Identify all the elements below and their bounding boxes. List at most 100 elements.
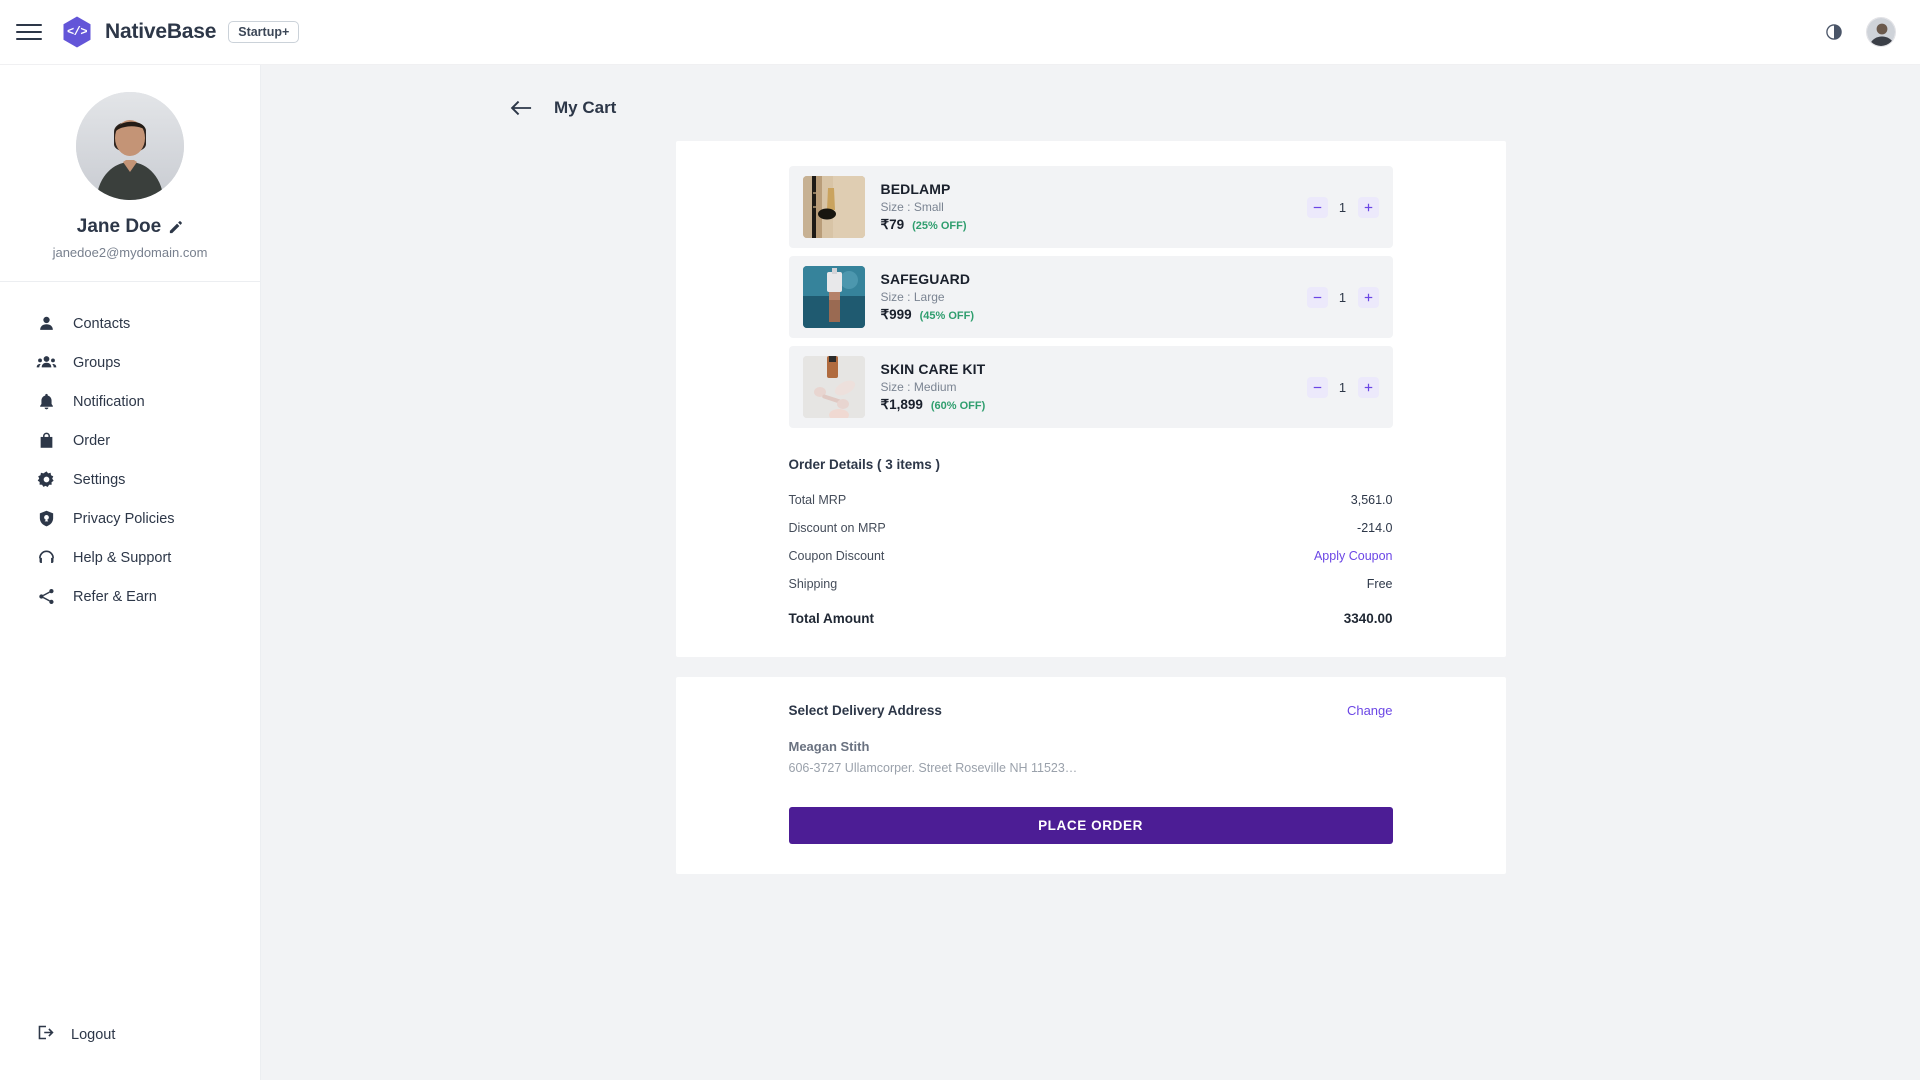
cart-item-info: SKIN CARE KIT Size : Medium ₹1,899 (60% … bbox=[881, 361, 986, 413]
sidebar-item-contacts[interactable]: Contacts bbox=[36, 304, 260, 343]
apply-coupon-link[interactable]: Apply Coupon bbox=[1314, 549, 1393, 563]
share-icon bbox=[36, 586, 57, 607]
sidebar-item-label: Help & Support bbox=[73, 549, 172, 566]
cart-item-price-row: ₹999 (45% OFF) bbox=[881, 307, 975, 323]
cart-item-price-row: ₹1,899 (60% OFF) bbox=[881, 397, 986, 413]
brand-name: NativeBase bbox=[105, 20, 217, 43]
topbar-right-group bbox=[1822, 17, 1896, 47]
pencil-edit-icon[interactable] bbox=[168, 220, 183, 235]
cart-item-name: BEDLAMP bbox=[880, 181, 951, 197]
delivery-address-card: Select Delivery Address Change Meagan St… bbox=[675, 677, 1506, 874]
top-bar: </> NativeBase Startup+ bbox=[0, 0, 1920, 65]
quantity-increment-button[interactable] bbox=[1357, 286, 1379, 308]
cart-item-size: Size : Large bbox=[880, 290, 945, 304]
delivery-address-title: Select Delivery Address bbox=[788, 703, 942, 718]
bell-icon bbox=[36, 391, 57, 412]
body-row: Jane Doe janedoe2@mydomain.com Contacts … bbox=[0, 65, 1920, 1080]
order-detail-value: Free bbox=[1366, 577, 1393, 591]
sidebar-item-label: Settings bbox=[73, 471, 126, 488]
quantity-decrement-button[interactable] bbox=[1306, 196, 1328, 218]
quantity-decrement-button[interactable] bbox=[1306, 286, 1328, 308]
delivery-address-inner: Select Delivery Address Change Meagan St… bbox=[676, 703, 1506, 844]
sidebar-item-groups[interactable]: Groups bbox=[36, 343, 260, 382]
cart-item-info: BEDLAMP Size : Small ₹79 (25% OFF) bbox=[881, 181, 967, 233]
quantity-value: 1 bbox=[1338, 199, 1347, 215]
quantity-value: 1 bbox=[1338, 379, 1347, 395]
sidebar-item-logout[interactable]: Logout bbox=[36, 1018, 260, 1052]
logout-label: Logout bbox=[71, 1027, 116, 1043]
sidebar-item-notification[interactable]: Notification bbox=[36, 382, 260, 421]
sidebar-footer: Logout bbox=[0, 1018, 260, 1080]
change-address-link[interactable]: Change bbox=[1347, 703, 1393, 718]
shield-icon bbox=[36, 508, 57, 529]
cart-item-price: ₹79 bbox=[880, 217, 905, 232]
order-detail-label: Total MRP bbox=[788, 493, 847, 507]
bedlamp-product-image bbox=[802, 176, 865, 238]
profile-email: janedoe2@mydomain.com bbox=[52, 245, 208, 260]
shopping-bag-icon bbox=[36, 430, 57, 451]
cart-item-price: ₹999 bbox=[880, 307, 912, 322]
cart-item-list: BEDLAMP Size : Small ₹79 (25% OFF) 1 SAF… bbox=[676, 166, 1506, 428]
quantity-stepper: 1 bbox=[1306, 286, 1379, 308]
sidebar-item-label: Groups bbox=[73, 354, 121, 371]
order-detail-value: -214.0 bbox=[1357, 521, 1393, 535]
logo-glyph: </> bbox=[66, 25, 88, 39]
sidebar-item-label: Order bbox=[73, 432, 111, 449]
back-arrow-icon[interactable] bbox=[510, 97, 532, 119]
cart-item-price-row: ₹79 (25% OFF) bbox=[881, 217, 967, 233]
sidebar-item-refer-earn[interactable]: Refer & Earn bbox=[36, 577, 260, 616]
sidebar: Jane Doe janedoe2@mydomain.com Contacts … bbox=[0, 65, 261, 1080]
cart-item-size: Size : Medium bbox=[880, 380, 957, 394]
quantity-decrement-button[interactable] bbox=[1306, 376, 1328, 398]
sidebar-item-label: Refer & Earn bbox=[73, 588, 157, 605]
sidebar-item-label: Notification bbox=[73, 393, 145, 410]
cart-item-name: SKIN CARE KIT bbox=[880, 361, 986, 377]
sidebar-item-help-support[interactable]: Help & Support bbox=[36, 538, 260, 577]
nativebase-hex-logo-icon: </> bbox=[60, 15, 94, 49]
plan-badge: Startup+ bbox=[228, 21, 300, 43]
order-detail-value: 3,561.0 bbox=[1350, 493, 1393, 507]
user-avatar[interactable] bbox=[1866, 17, 1896, 47]
delivery-address-line: 606-3727 Ullamcorper. Street Roseville N… bbox=[788, 761, 1078, 775]
order-detail-label: Shipping bbox=[788, 577, 838, 591]
place-order-button[interactable]: PLACE ORDER bbox=[788, 807, 1393, 844]
sidebar-item-label: Privacy Policies bbox=[73, 510, 175, 527]
cart-item-size: Size : Small bbox=[880, 200, 944, 214]
order-total-value: 3340.00 bbox=[1343, 610, 1393, 626]
app-root: </> NativeBase Startup+ Jane Doe janedoe… bbox=[0, 0, 1920, 1080]
order-detail-row: Discount on MRP -214.0 bbox=[789, 514, 1393, 542]
profile-name-row: Jane Doe bbox=[77, 216, 183, 238]
cart-item-name: SAFEGUARD bbox=[880, 271, 971, 287]
order-details-rows: Total MRP 3,561.0 Discount on MRP -214.0… bbox=[789, 486, 1393, 632]
cart-item-info: SAFEGUARD Size : Large ₹999 (45% OFF) bbox=[881, 271, 975, 323]
delivery-address-name: Meagan Stith bbox=[788, 739, 870, 754]
headset-icon bbox=[36, 547, 57, 568]
page-title: My Cart bbox=[554, 98, 617, 117]
sidebar-item-order[interactable]: Order bbox=[36, 421, 260, 460]
profile-photo[interactable] bbox=[76, 92, 184, 200]
sidebar-profile: Jane Doe janedoe2@mydomain.com bbox=[0, 65, 260, 260]
cart-item-row: BEDLAMP Size : Small ₹79 (25% OFF) 1 bbox=[788, 166, 1393, 248]
sidebar-item-privacy-policies[interactable]: Privacy Policies bbox=[36, 499, 260, 538]
order-detail-row: Shipping Free bbox=[789, 570, 1393, 598]
cart-card: BEDLAMP Size : Small ₹79 (25% OFF) 1 SAF… bbox=[675, 141, 1506, 657]
skin-care-kit-product-image bbox=[802, 356, 865, 418]
dark-mode-toggle-icon[interactable] bbox=[1822, 20, 1846, 44]
cart-item-discount: (45% OFF) bbox=[919, 310, 975, 322]
main-content: My Cart BEDLAMP Size: Small ₹79 (25% OF… bbox=[261, 65, 1920, 1080]
sidebar-item-settings[interactable]: Settings bbox=[36, 460, 260, 499]
cart-item-discount: (25% OFF) bbox=[912, 220, 967, 232]
order-details-title: Order Details ( 3 items ) bbox=[788, 457, 941, 472]
cart-item-row: SKIN CARE KIT Size : Medium ₹1,899 (60% … bbox=[788, 346, 1393, 428]
order-details-section: Order Details ( 3 items ) Total MRP 3,56… bbox=[676, 457, 1506, 632]
gear-icon bbox=[36, 469, 57, 490]
cart-item-row: SAFEGUARD Size : Large ₹999 (45% OFF) 1 bbox=[788, 256, 1393, 338]
hamburger-menu-icon[interactable] bbox=[16, 19, 42, 45]
cart-item-price: ₹1,899 bbox=[880, 397, 923, 412]
order-detail-label: Discount on MRP bbox=[788, 521, 886, 535]
quantity-increment-button[interactable] bbox=[1357, 376, 1379, 398]
quantity-increment-button[interactable] bbox=[1357, 196, 1379, 218]
sidebar-nav: Contacts Groups Notification Order Setti… bbox=[0, 282, 260, 616]
quantity-value: 1 bbox=[1338, 289, 1347, 305]
cart-header: My Cart bbox=[261, 65, 1920, 119]
